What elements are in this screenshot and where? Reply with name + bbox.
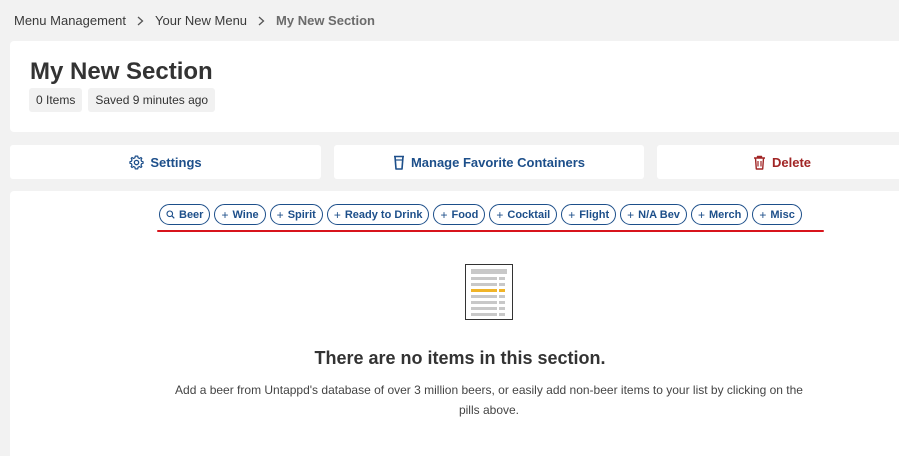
- pill-label: Merch: [708, 208, 742, 221]
- breadcrumb-your-new-menu[interactable]: Your New Menu: [155, 13, 247, 28]
- pill-label: Wine: [232, 208, 259, 221]
- plus-icon: +: [568, 207, 576, 222]
- search-icon: [166, 210, 175, 219]
- pill-cocktail[interactable]: + Cocktail: [489, 204, 558, 225]
- plus-icon: +: [221, 207, 229, 222]
- section-items-card: Beer + Wine + Spirit + Ready to Drink + …: [10, 191, 899, 456]
- add-item-pills: Beer + Wine + Spirit + Ready to Drink + …: [159, 204, 802, 225]
- cup-icon: [393, 155, 405, 170]
- pill-flight[interactable]: + Flight: [561, 204, 617, 225]
- page-title: My New Section: [30, 58, 213, 85]
- delete-label: Delete: [771, 154, 812, 170]
- manage-favorite-containers-button[interactable]: Manage Favorite Containers: [334, 145, 644, 179]
- pill-label: Ready to Drink: [344, 208, 423, 221]
- plus-icon: +: [440, 207, 448, 222]
- pill-misc[interactable]: + Misc: [752, 204, 802, 225]
- pill-label: Flight: [579, 208, 610, 221]
- saved-status-badge: Saved 9 minutes ago: [88, 88, 216, 112]
- section-header-card: My New Section 0 Items Saved 9 minutes a…: [10, 41, 899, 132]
- breadcrumb: Menu Management Your New Menu My New Sec…: [14, 13, 375, 28]
- empty-state-title: There are no items in this section.: [314, 348, 606, 368]
- pill-food[interactable]: + Food: [433, 204, 486, 225]
- pill-spirit[interactable]: + Spirit: [269, 204, 323, 225]
- pill-na-bev[interactable]: + N/A Bev: [620, 204, 687, 225]
- breadcrumb-menu-management[interactable]: Menu Management: [14, 13, 126, 28]
- plus-icon: +: [276, 207, 284, 222]
- chevron-right-icon: [258, 16, 265, 26]
- pill-label: Food: [451, 208, 479, 221]
- pill-ready-to-drink[interactable]: + Ready to Drink: [326, 204, 430, 225]
- pill-label: N/A Bev: [638, 208, 680, 221]
- pill-label: Spirit: [287, 208, 316, 221]
- settings-button[interactable]: Settings: [10, 145, 321, 179]
- trash-icon: [753, 155, 766, 170]
- item-count-badge: 0 Items: [29, 88, 83, 112]
- empty-state-description: Add a beer from Untappd's database of ov…: [175, 383, 803, 417]
- document-list-icon: [465, 264, 513, 320]
- pill-label: Misc: [770, 208, 795, 221]
- plus-icon: +: [333, 207, 341, 222]
- section-meta: 0 Items Saved 9 minutes ago: [29, 88, 216, 112]
- delete-button[interactable]: Delete: [657, 145, 899, 179]
- pill-wine[interactable]: + Wine: [214, 204, 266, 225]
- breadcrumb-current-section: My New Section: [276, 13, 375, 28]
- pill-label: Beer: [179, 208, 204, 221]
- plus-icon: +: [496, 207, 504, 222]
- pill-merch[interactable]: + Merch: [690, 204, 749, 225]
- plus-icon: +: [627, 207, 635, 222]
- plus-icon: +: [697, 207, 705, 222]
- settings-label: Settings: [150, 154, 202, 170]
- pill-beer[interactable]: Beer: [159, 204, 211, 225]
- manage-containers-label: Manage Favorite Containers: [410, 154, 586, 170]
- plus-icon: +: [759, 207, 767, 222]
- pill-label: Cocktail: [507, 208, 551, 221]
- chevron-right-icon: [137, 16, 144, 26]
- annotation-underline: [157, 230, 824, 232]
- gear-icon: [129, 155, 145, 170]
